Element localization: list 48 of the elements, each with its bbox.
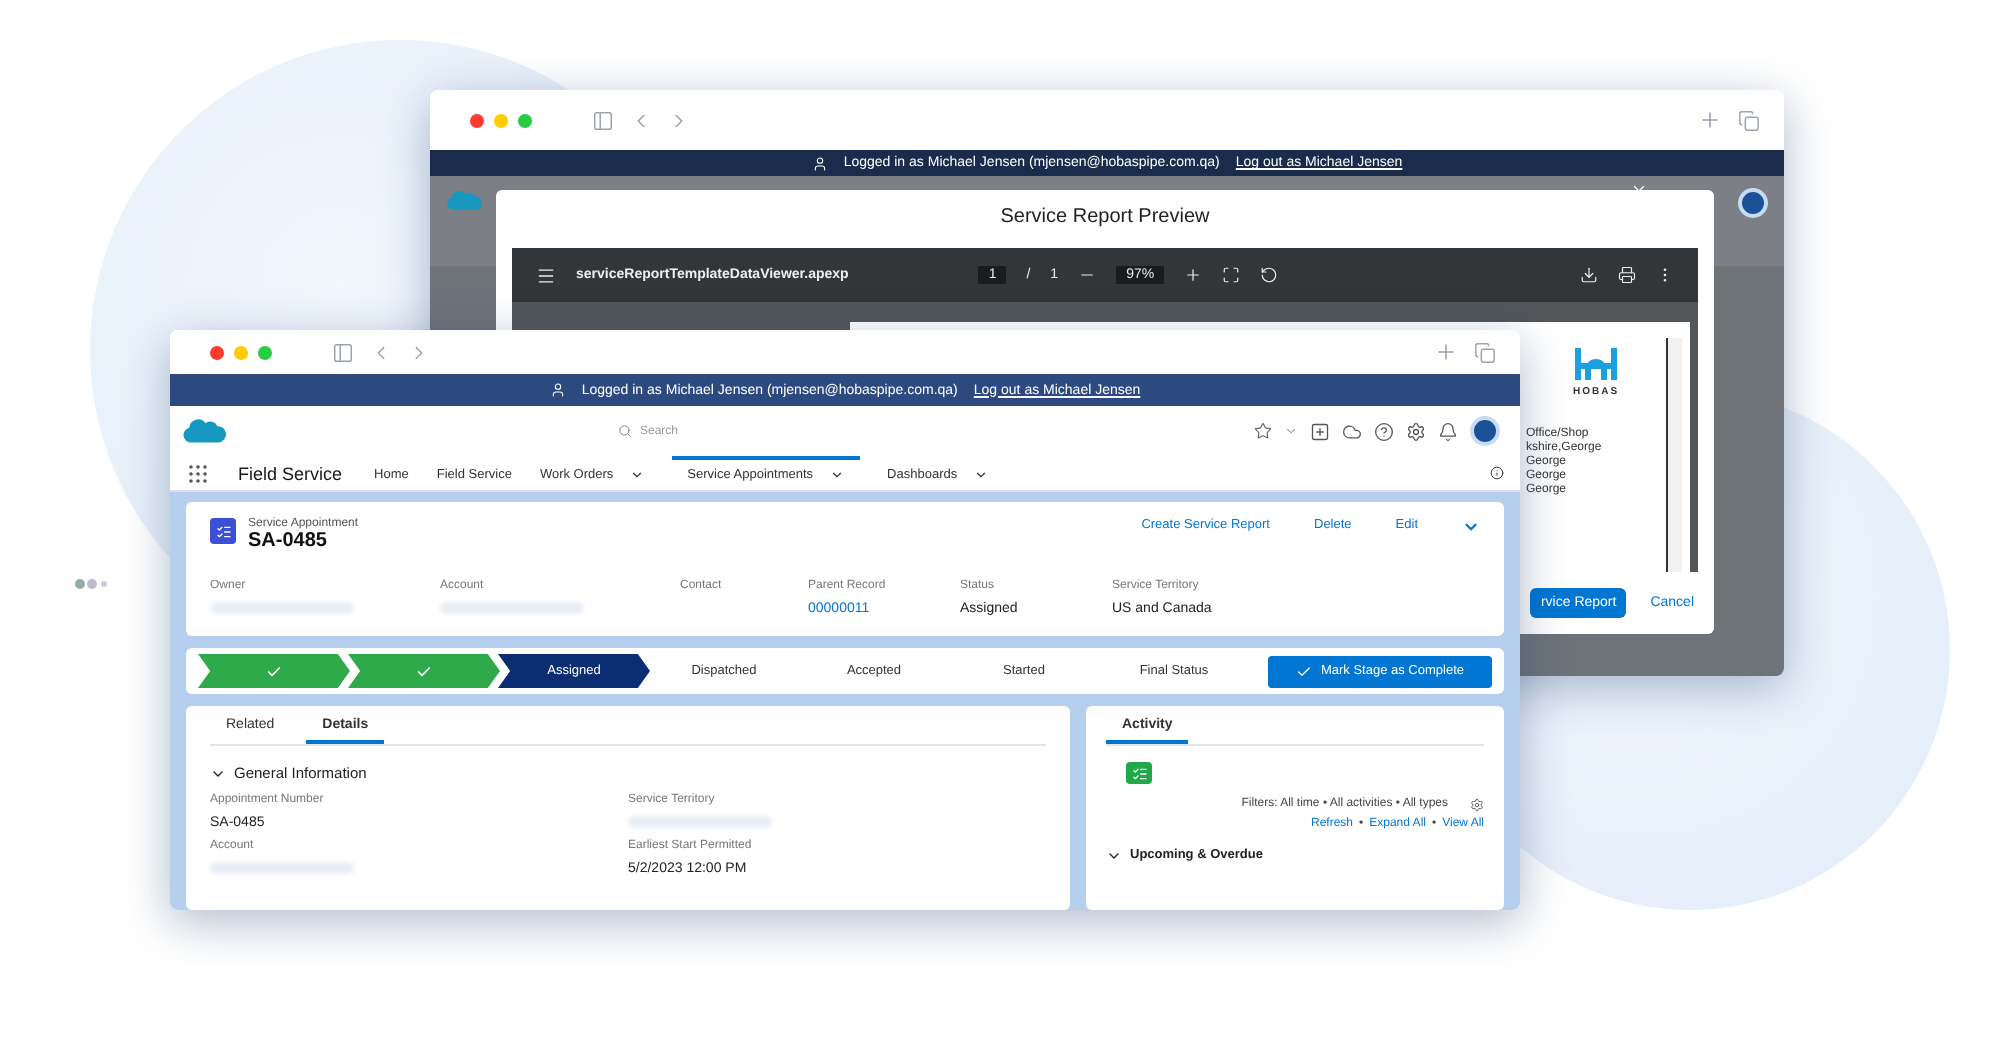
dialog-title: Service Report Preview — [998, 204, 1212, 232]
info-icon — [1490, 466, 1504, 480]
close-dot[interactable] — [210, 345, 224, 359]
menu-icon[interactable] — [536, 265, 556, 285]
logo-mark — [1574, 346, 1618, 382]
settings-icon[interactable] — [1470, 797, 1484, 811]
scrollbar[interactable] — [1666, 338, 1682, 572]
close-dot[interactable] — [470, 113, 484, 127]
bell-icon[interactable] — [1438, 421, 1458, 441]
caret-icon[interactable] — [829, 468, 844, 482]
cloud-logo — [446, 188, 482, 214]
fit-page-icon[interactable] — [1222, 266, 1241, 284]
dropdown-icon[interactable] — [1284, 424, 1298, 438]
user-icon — [549, 382, 566, 398]
zoom-in-icon[interactable] — [1184, 266, 1203, 284]
star-icon[interactable] — [1254, 422, 1272, 440]
tabs-icon[interactable] — [1738, 109, 1760, 131]
download-icon[interactable] — [1580, 266, 1598, 284]
path-stage[interactable] — [348, 654, 500, 688]
caret-icon[interactable] — [973, 468, 988, 482]
maximize-dot[interactable] — [258, 345, 272, 359]
settings-icon[interactable] — [1406, 421, 1426, 441]
tabs-icon[interactable] — [1474, 341, 1496, 363]
app-name: Field Service — [238, 463, 343, 483]
avatar[interactable] — [1470, 416, 1500, 446]
check-icon — [266, 663, 282, 679]
caret-icon[interactable] — [629, 468, 644, 482]
add-icon[interactable] — [1310, 421, 1330, 441]
service-appointment-icon — [210, 518, 236, 544]
check-icon — [1296, 663, 1313, 679]
cloud-logo — [182, 415, 226, 447]
sidebar-icon[interactable] — [592, 109, 614, 131]
cloud-icon[interactable] — [1342, 421, 1362, 441]
avatar[interactable] — [1738, 188, 1768, 218]
maximize-dot[interactable] — [518, 113, 532, 127]
search-icon — [618, 424, 632, 438]
minimize-dot[interactable] — [494, 113, 508, 127]
minimize-dot[interactable] — [234, 345, 248, 359]
app-launcher-icon[interactable] — [186, 461, 210, 485]
rotate-icon[interactable] — [1260, 266, 1279, 284]
user-icon — [811, 155, 828, 171]
path-stage[interactable] — [198, 654, 350, 688]
print-icon[interactable] — [1618, 266, 1636, 284]
task-icon[interactable] — [1126, 762, 1152, 784]
record-name: SA-0485 — [248, 530, 329, 552]
check-icon — [416, 663, 432, 679]
sidebar-icon[interactable] — [332, 341, 354, 363]
help-icon[interactable] — [1374, 421, 1394, 441]
